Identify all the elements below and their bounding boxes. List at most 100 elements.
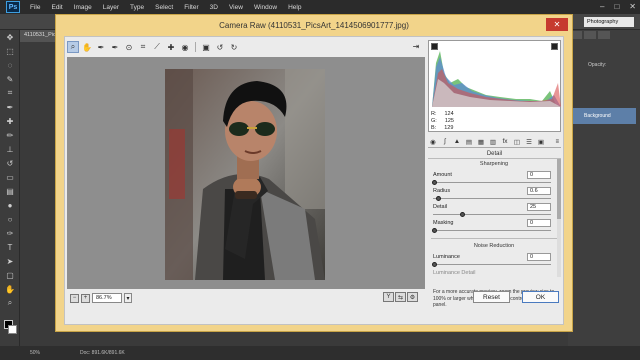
healing-tool-icon[interactable]: ✚: [0, 114, 20, 128]
masking-field[interactable]: 0: [527, 219, 551, 227]
amount-slider[interactable]: [433, 182, 551, 183]
zoom-tool-icon[interactable]: ⌕: [0, 296, 20, 310]
workspace-select[interactable]: Photography: [584, 17, 634, 27]
type-tool-icon[interactable]: T: [0, 240, 20, 254]
before-after-icon[interactable]: Y: [383, 292, 394, 302]
shape-tool-icon[interactable]: ▢: [0, 268, 20, 282]
panel-menu-icon[interactable]: ≡: [555, 139, 559, 145]
luminance-field[interactable]: 0: [527, 253, 551, 261]
amount-slider-thumb[interactable]: [432, 180, 437, 185]
ok-button[interactable]: OK: [522, 291, 559, 303]
rotate-right-icon[interactable]: ↻: [228, 41, 240, 53]
gradient-tool-icon[interactable]: ▤: [0, 184, 20, 198]
menu-type[interactable]: Type: [130, 4, 144, 11]
radius-slider[interactable]: [433, 198, 551, 199]
lens-icon[interactable]: ▥: [488, 137, 498, 147]
amount-label: Amount: [433, 172, 452, 178]
pen-tool-icon[interactable]: ✑: [0, 226, 20, 240]
preview-settings-icon[interactable]: ⚙: [407, 292, 418, 302]
snapshots-icon[interactable]: ▣: [536, 137, 546, 147]
dodge-tool-icon[interactable]: ○: [0, 212, 20, 226]
radius-slider-thumb[interactable]: [436, 196, 441, 201]
eraser-tool-icon[interactable]: ▭: [0, 170, 20, 184]
detail-field[interactable]: 25: [527, 203, 551, 211]
detail-slider[interactable]: [433, 214, 551, 215]
preferences-icon[interactable]: ▣: [200, 41, 212, 53]
brush-tool-icon[interactable]: ✏: [0, 128, 20, 142]
r-label: R:: [431, 111, 437, 117]
effects-icon[interactable]: fx: [500, 137, 510, 147]
scrollbar-thumb[interactable]: [557, 159, 561, 219]
menu-edit[interactable]: Edit: [51, 4, 62, 11]
highlight-clipping-icon[interactable]: [551, 43, 558, 50]
hand-icon[interactable]: ✋: [81, 41, 93, 53]
menu-help[interactable]: Help: [288, 4, 301, 11]
maximize-icon[interactable]: □: [614, 2, 619, 11]
menu-filter[interactable]: Filter: [184, 4, 198, 11]
status-zoom[interactable]: 50%: [30, 350, 40, 356]
image-preview[interactable]: [67, 57, 425, 289]
stamp-tool-icon[interactable]: ⊥: [0, 142, 20, 156]
crop-tool-icon[interactable]: ⌗: [0, 86, 20, 100]
open-export-icon[interactable]: ⇥: [410, 40, 422, 52]
lasso-tool-icon[interactable]: ◌: [0, 58, 20, 72]
targeted-adjust-icon[interactable]: ⊙: [123, 41, 135, 53]
panel-tab[interactable]: [598, 31, 610, 39]
zoom-level[interactable]: 86.7%: [92, 293, 122, 303]
tone-curve-icon[interactable]: ∫: [440, 137, 450, 147]
radius-field[interactable]: 0.6: [527, 187, 551, 195]
luminance-slider-thumb[interactable]: [432, 262, 437, 267]
toggle-settings-icon[interactable]: ⇆: [395, 292, 406, 302]
history-brush-icon[interactable]: ↺: [0, 156, 20, 170]
camera-calibration-icon[interactable]: ◫: [512, 137, 522, 147]
marquee-tool-icon[interactable]: ⬚: [0, 44, 20, 58]
menu-file[interactable]: File: [30, 4, 40, 11]
menu-view[interactable]: View: [229, 4, 243, 11]
hand-tool-icon[interactable]: ✋: [0, 282, 20, 296]
presets-icon[interactable]: ☰: [524, 137, 534, 147]
masking-slider[interactable]: [433, 230, 551, 231]
reset-button[interactable]: Reset: [473, 291, 510, 303]
minimize-icon[interactable]: –: [600, 2, 604, 11]
hsl-icon[interactable]: ▤: [464, 137, 474, 147]
shadow-clipping-icon[interactable]: [431, 43, 438, 50]
eyedropper-tool-icon[interactable]: ✒: [0, 100, 20, 114]
menu-select[interactable]: Select: [155, 4, 173, 11]
color-sampler-icon[interactable]: ✒: [109, 41, 121, 53]
menu-image[interactable]: Image: [74, 4, 92, 11]
tools-panel: ✥ ⬚ ◌ ✎ ⌗ ✒ ✚ ✏ ⊥ ↺ ▭ ▤ ● ○ ✑ T ➤ ▢ ✋ ⌕: [0, 30, 20, 346]
dialog-close-button[interactable]: ✕: [546, 18, 568, 31]
amount-field[interactable]: 0: [527, 171, 551, 179]
straighten-icon[interactable]: ⟋: [151, 41, 163, 53]
zoom-icon[interactable]: ⌕: [67, 41, 79, 53]
rgb-readout: R: 124 G: 125 B: 129: [431, 111, 454, 132]
crop-icon[interactable]: ⌗: [137, 41, 149, 53]
basic-icon[interactable]: ◉: [428, 137, 438, 147]
sharpening-title: Sharpening: [479, 161, 509, 167]
menu-window[interactable]: Window: [254, 4, 277, 11]
white-balance-icon[interactable]: ✒: [95, 41, 107, 53]
zoom-in-button[interactable]: +: [81, 293, 90, 303]
rotate-left-icon[interactable]: ↺: [214, 41, 226, 53]
menu-layer[interactable]: Layer: [103, 4, 119, 11]
close-window-icon[interactable]: ✕: [629, 2, 636, 11]
red-eye-icon[interactable]: ◉: [179, 41, 191, 53]
panel-scrollbar[interactable]: [557, 159, 561, 277]
quick-select-tool-icon[interactable]: ✎: [0, 72, 20, 86]
spot-removal-icon[interactable]: ✚: [165, 41, 177, 53]
detail-icon[interactable]: ▲: [452, 137, 462, 147]
luminance-slider[interactable]: [433, 264, 551, 265]
detail-slider-thumb[interactable]: [460, 212, 465, 217]
blur-tool-icon[interactable]: ●: [0, 198, 20, 212]
background-color[interactable]: [8, 325, 17, 334]
chevron-down-icon[interactable]: ▾: [124, 293, 132, 303]
menu-3d[interactable]: 3D: [210, 4, 218, 11]
zoom-out-button[interactable]: −: [70, 293, 79, 303]
split-toning-icon[interactable]: ▦: [476, 137, 486, 147]
path-select-icon[interactable]: ➤: [0, 254, 20, 268]
move-tool-icon[interactable]: ✥: [0, 30, 20, 44]
luminance-control: Luminance 0: [431, 253, 557, 269]
layer-row[interactable]: Background: [572, 108, 636, 124]
panel-tab[interactable]: [584, 31, 596, 39]
masking-slider-thumb[interactable]: [432, 228, 437, 233]
